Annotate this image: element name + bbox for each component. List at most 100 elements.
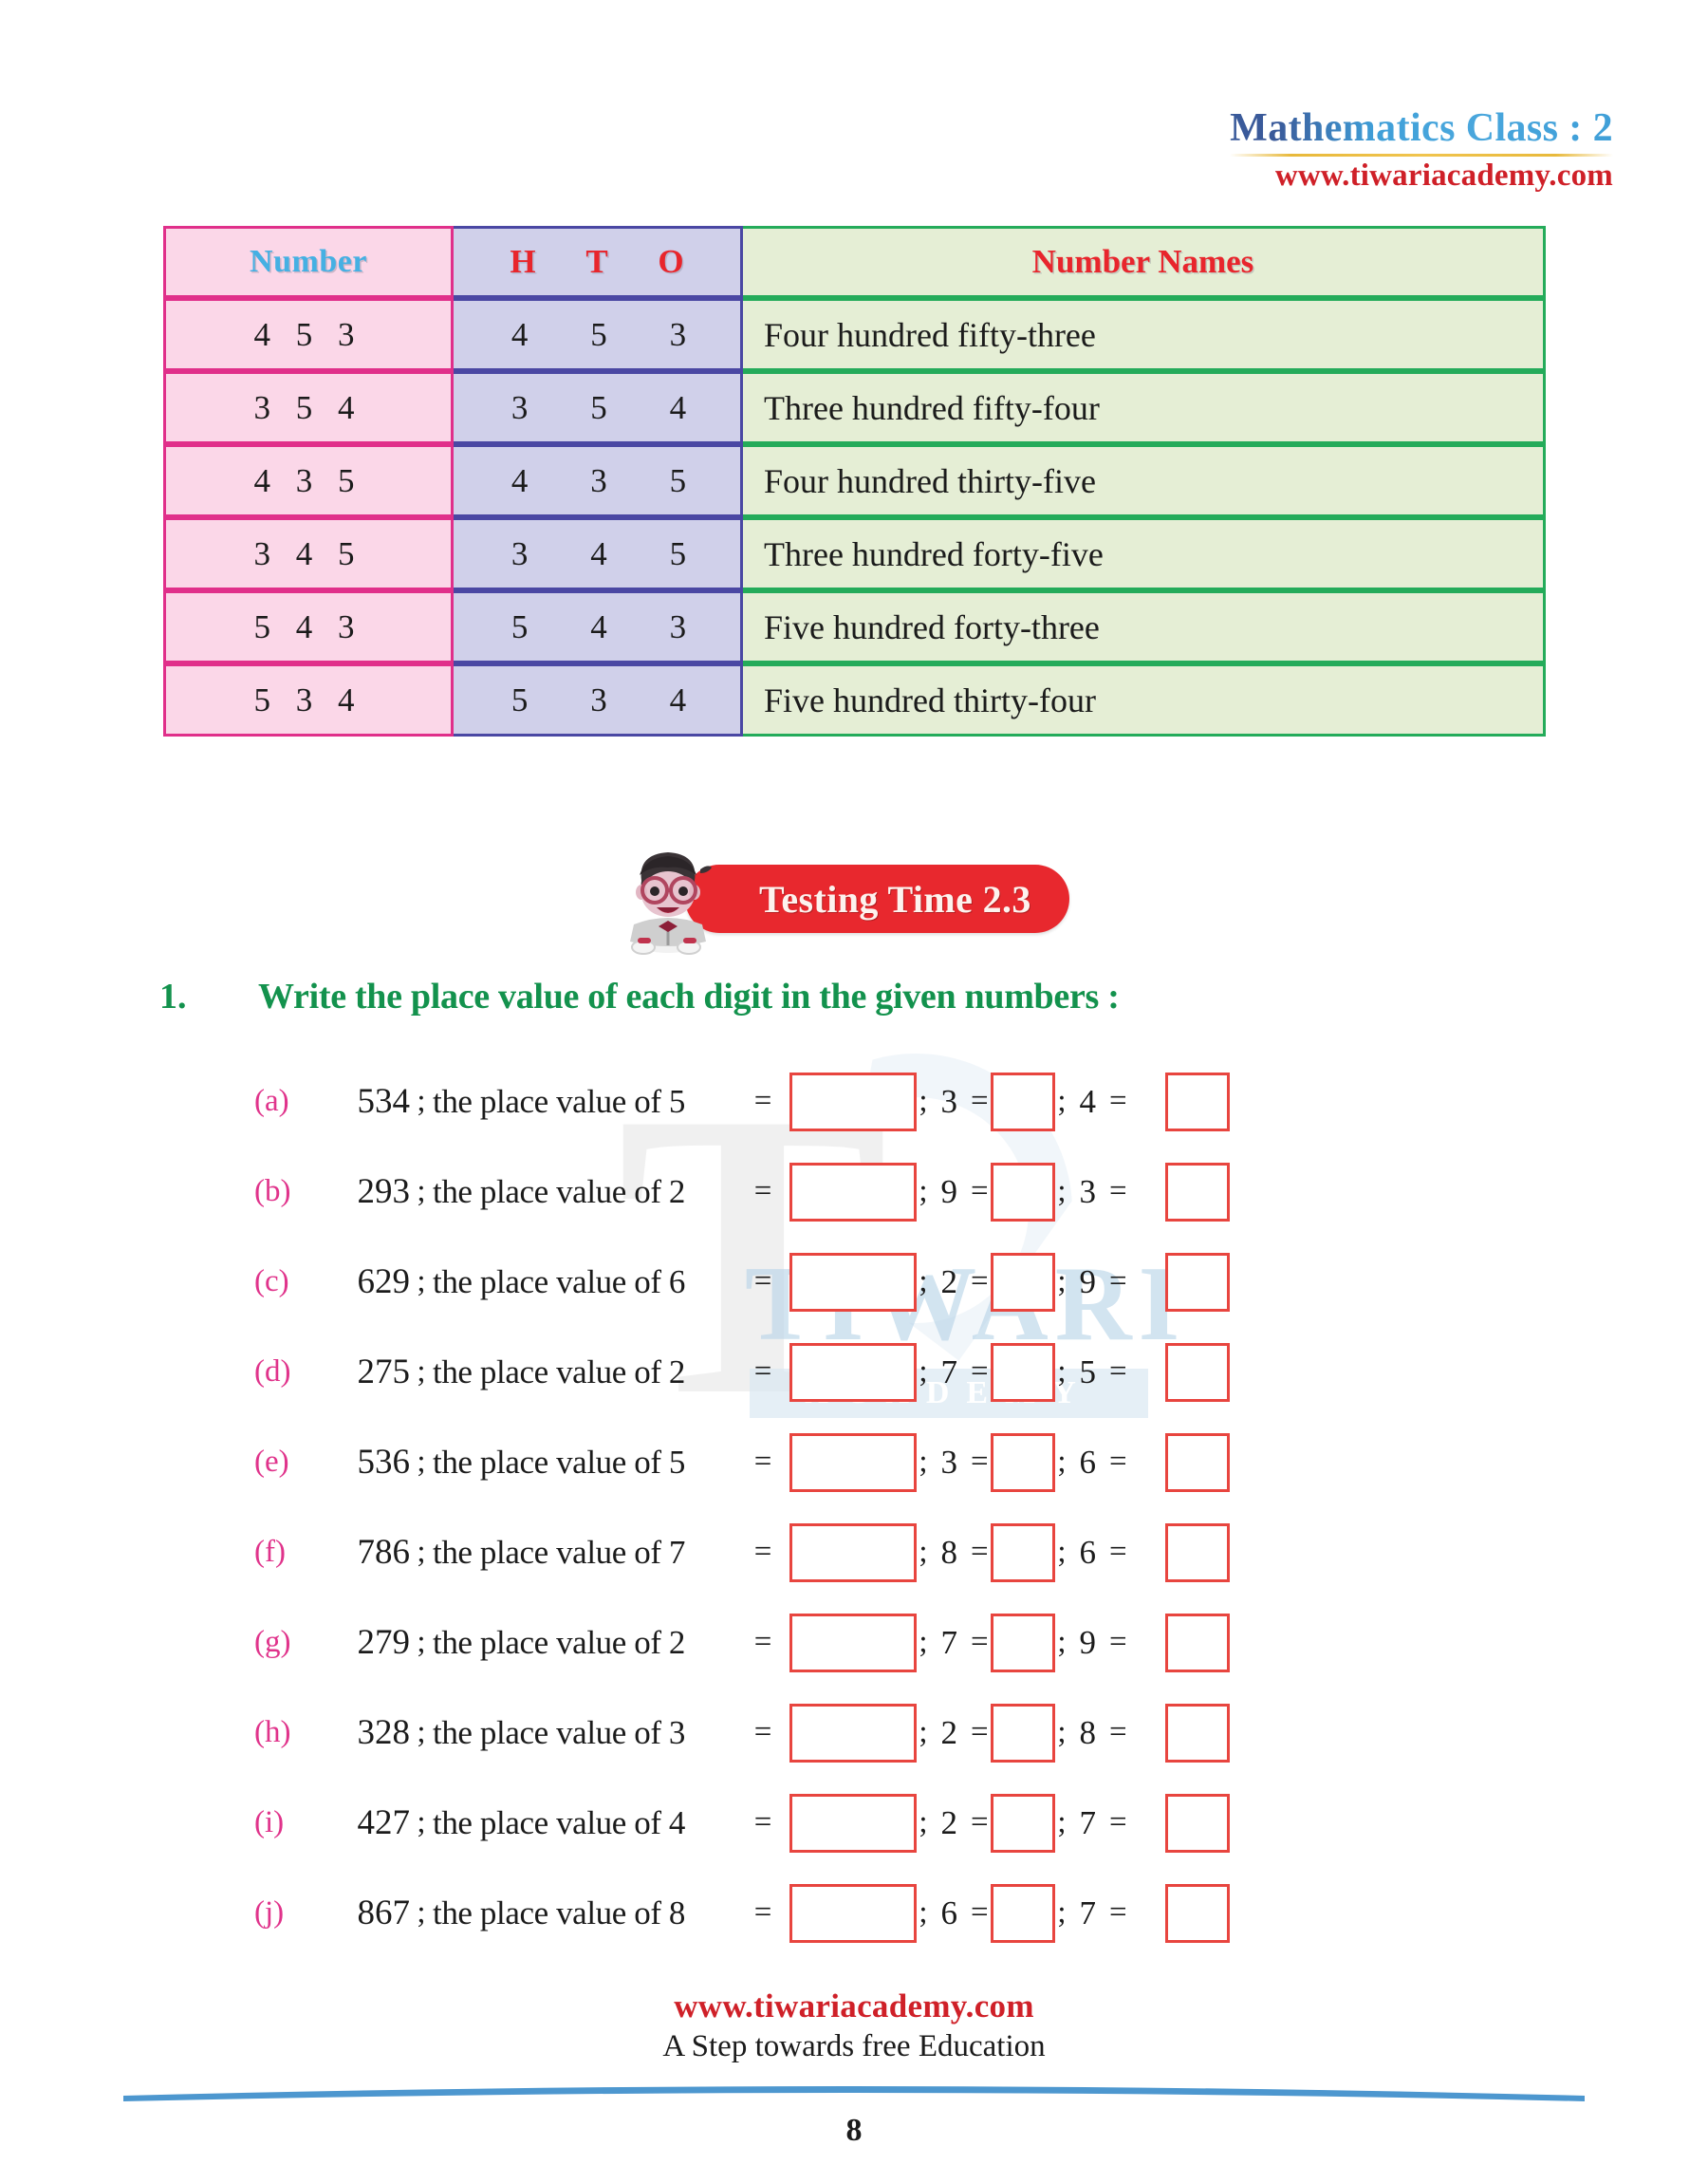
- separator-semicolon-2: ;: [1057, 1084, 1067, 1118]
- cell-digit-t: 4: [590, 607, 607, 645]
- cell-number-name: Four hundred thirty-five: [743, 444, 1546, 517]
- answer-box-3[interactable]: [1165, 1252, 1230, 1312]
- exercise-phrase: the place value of 5: [433, 1443, 686, 1481]
- answer-box-1[interactable]: [789, 1522, 917, 1582]
- exercise-equals-3: =: [1109, 1805, 1127, 1839]
- cell-digit-t: 5: [590, 388, 607, 426]
- answer-box-1[interactable]: [789, 1613, 917, 1672]
- answer-box-2[interactable]: [991, 1252, 1055, 1312]
- cell-digit-o: 4: [669, 388, 687, 426]
- footer-website-link[interactable]: www.tiwariacademy.com: [0, 1987, 1708, 2025]
- answer-box-2[interactable]: [991, 1072, 1055, 1131]
- answer-box-2[interactable]: [991, 1883, 1055, 1943]
- exercise-row: (f) 786; the place value of 7 =; 8 =; 6 =: [254, 1507, 1507, 1597]
- cell-digit-o: 5: [669, 534, 687, 572]
- exercise-semicolon: ;: [417, 1895, 426, 1930]
- answer-box-2[interactable]: [991, 1703, 1055, 1763]
- exercise-digit-3: 3: [1079, 1172, 1097, 1210]
- exercise-separator-2: ; 6 =: [1055, 1444, 1129, 1482]
- answer-box-2[interactable]: [991, 1522, 1055, 1582]
- cell-number-name-value: Four hundred thirty-five: [764, 461, 1096, 500]
- exercise-label: (d): [254, 1354, 291, 1389]
- answer-box-3[interactable]: [1165, 1613, 1230, 1672]
- exercise-equals-3: =: [1109, 1715, 1127, 1749]
- cell-digit-o: 3: [669, 607, 687, 645]
- exercise-phrase: the place value of 2: [433, 1623, 686, 1661]
- cell-hto: 3 4 5: [454, 517, 743, 590]
- header-cell-hto: H T O: [454, 226, 743, 298]
- place-value-table-body: Number H T O Number Names 4 5 3 4 5 3 Four h…: [163, 226, 1546, 737]
- answer-box-2[interactable]: [991, 1162, 1055, 1222]
- cell-number-value: 3 5 4: [253, 388, 363, 426]
- page-number: 8: [845, 2113, 863, 2148]
- exercise-equals-2: =: [971, 1535, 989, 1569]
- answer-box-3[interactable]: [1165, 1432, 1230, 1492]
- cell-digit-t: 5: [590, 315, 607, 353]
- exercise-equals-3: =: [1109, 1264, 1127, 1298]
- table-header-row: Number H T O Number Names: [163, 226, 1546, 298]
- exercise-equals-3: =: [1109, 1535, 1127, 1569]
- exercise-equals-1: =: [753, 1174, 772, 1208]
- cell-number-name: Five hundred forty-three: [743, 590, 1546, 663]
- exercise-separator-1: ; 2 =: [917, 1263, 991, 1301]
- separator-semicolon-2: ;: [1057, 1535, 1067, 1569]
- exercise-phrase: the place value of 2: [433, 1353, 686, 1390]
- exercise-row: (e) 536; the place value of 5 =; 3 =; 6 =: [254, 1417, 1507, 1507]
- cell-hto: 3 5 4: [454, 371, 743, 444]
- exercise-row: (c) 629; the place value of 6 =; 2 =; 9 =: [254, 1237, 1507, 1327]
- cell-digit-h: 3: [511, 534, 529, 572]
- exercise-equals-2: =: [971, 1895, 989, 1930]
- cell-number: 5 4 3: [163, 590, 454, 663]
- exercise-semicolon: ;: [417, 1354, 426, 1389]
- cell-number: 5 3 4: [163, 663, 454, 737]
- exercise-digit-3: 6: [1079, 1533, 1097, 1571]
- answer-box-2[interactable]: [991, 1613, 1055, 1672]
- table-row: 4 3 5 4 3 5 Four hundred thirty-five: [163, 444, 1546, 517]
- answer-box-2[interactable]: [991, 1432, 1055, 1492]
- exercise-semicolon: ;: [417, 1805, 426, 1839]
- answer-box-3[interactable]: [1165, 1883, 1230, 1943]
- exercise-label: (i): [254, 1805, 285, 1839]
- exercise-equals-3: =: [1109, 1174, 1127, 1208]
- exercise-row: (a) 534; the place value of 5 =; 3 =; 4 =: [254, 1056, 1507, 1147]
- cell-digit-o: 4: [669, 681, 687, 718]
- answer-box-1[interactable]: [789, 1162, 917, 1222]
- cell-digit-h: 3: [511, 388, 529, 426]
- exercise-list: (a) 534; the place value of 5 =; 3 =; 4 = (b) 293…: [254, 1056, 1507, 1958]
- exercise-equals-3: =: [1109, 1445, 1127, 1479]
- exercise-digit-2: 8: [940, 1533, 958, 1571]
- worksheet-page: T TIWARI ACADEMY Mathematics Class : 2 w…: [0, 0, 1708, 2183]
- exercise-separator-2: ; 4 =: [1055, 1083, 1129, 1121]
- exercise-number: 536: [357, 1443, 411, 1482]
- exercise-digit-3: 6: [1079, 1443, 1097, 1481]
- cell-digit-h: 5: [511, 681, 529, 718]
- answer-box-1[interactable]: [789, 1252, 917, 1312]
- exercise-equals-2: =: [971, 1625, 989, 1659]
- answer-box-3[interactable]: [1165, 1703, 1230, 1763]
- header-website-link[interactable]: www.tiwariacademy.com: [1230, 159, 1613, 194]
- answer-box-1[interactable]: [789, 1883, 917, 1943]
- cell-number-value: 4 5 3: [253, 315, 363, 353]
- exercise-digit-2: 9: [940, 1172, 958, 1210]
- separator-semicolon-1: ;: [919, 1264, 928, 1298]
- separator-semicolon-2: ;: [1057, 1625, 1067, 1659]
- answer-box-1[interactable]: [789, 1072, 917, 1131]
- separator-semicolon-1: ;: [919, 1625, 928, 1659]
- answer-box-2[interactable]: [991, 1342, 1055, 1402]
- exercise-number: 328: [357, 1713, 411, 1752]
- exercise-phrase: the place value of 2: [433, 1172, 686, 1210]
- place-value-table: Number H T O Number Names 4 5 3 4 5 3 Four h…: [163, 226, 1546, 737]
- answer-box-3[interactable]: [1165, 1162, 1230, 1222]
- answer-box-1[interactable]: [789, 1703, 917, 1763]
- answer-box-3[interactable]: [1165, 1072, 1230, 1131]
- answer-box-3[interactable]: [1165, 1793, 1230, 1853]
- exercise-number: 867: [357, 1894, 411, 1932]
- answer-box-1[interactable]: [789, 1432, 917, 1492]
- answer-box-1[interactable]: [789, 1793, 917, 1853]
- answer-box-3[interactable]: [1165, 1522, 1230, 1582]
- exercise-digit-2: 7: [940, 1353, 958, 1390]
- answer-box-2[interactable]: [991, 1793, 1055, 1853]
- answer-box-3[interactable]: [1165, 1342, 1230, 1402]
- answer-box-1[interactable]: [789, 1342, 917, 1402]
- separator-semicolon-1: ;: [919, 1084, 928, 1118]
